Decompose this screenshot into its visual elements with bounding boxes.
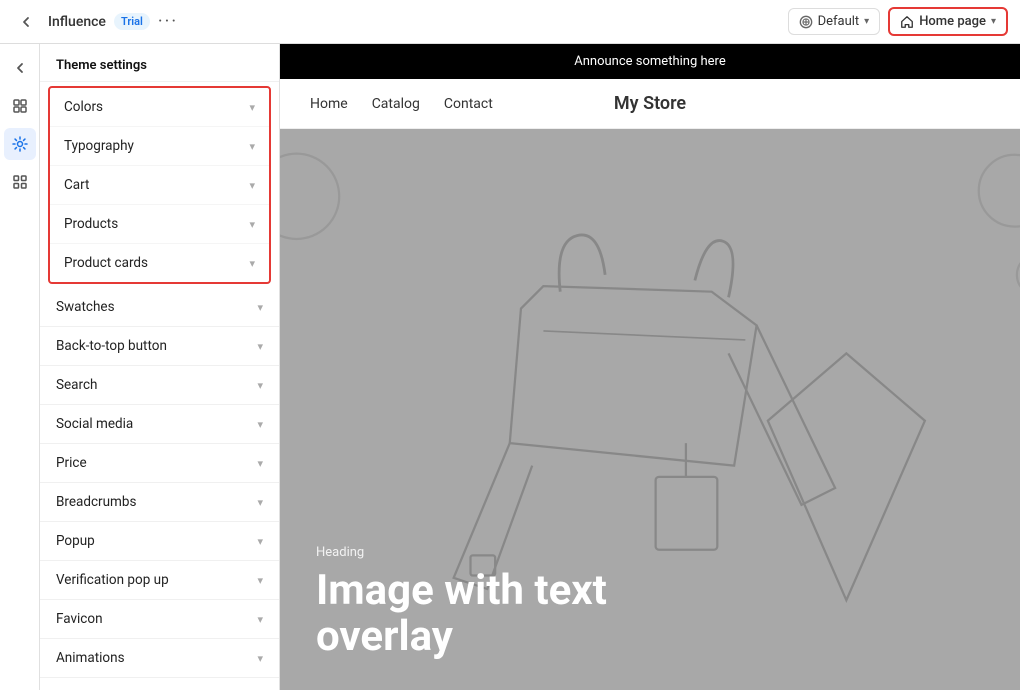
default-button[interactable]: Default ▾	[788, 8, 881, 35]
animations-chevron: ▾	[257, 652, 263, 665]
settings-item-colors[interactable]: Colors ▾	[50, 88, 269, 127]
home-page-button[interactable]: Home page ▾	[888, 7, 1008, 36]
sidebar-apps-icon[interactable]	[4, 166, 36, 198]
hero-text-overlay: Heading Image with textoverlay	[316, 545, 607, 660]
back-button[interactable]	[12, 8, 40, 36]
more-button[interactable]: ···	[158, 11, 178, 32]
settings-item-verification-popup[interactable]: Verification pop up ▾	[40, 561, 279, 600]
settings-item-social-media[interactable]: Social media ▾	[40, 405, 279, 444]
red-border-group: Colors ▾ Typography ▾ Cart ▾ Products ▾ …	[48, 86, 271, 284]
default-label: Default	[818, 14, 860, 29]
settings-item-swatches[interactable]: Swatches ▾	[40, 288, 279, 327]
home-page-label: Home page	[919, 14, 986, 29]
home-page-chevron: ▾	[991, 16, 996, 27]
top-bar-left: Influence Trial ···	[12, 8, 778, 36]
app-name: Influence	[48, 14, 106, 30]
trial-badge: Trial	[114, 13, 150, 30]
hero-heading-small: Heading	[316, 545, 607, 560]
back-to-top-chevron: ▾	[257, 340, 263, 353]
settings-item-breadcrumbs[interactable]: Breadcrumbs ▾	[40, 483, 279, 522]
announcement-bar: Announce something here	[280, 44, 1020, 79]
settings-item-checkout[interactable]: Checkout ▾	[40, 678, 279, 690]
nav-link-home[interactable]: Home	[310, 96, 348, 112]
settings-item-favicon[interactable]: Favicon ▾	[40, 600, 279, 639]
typography-chevron: ▾	[249, 140, 255, 153]
nav-link-catalog[interactable]: Catalog	[372, 96, 420, 112]
hero-area: Heading Image with textoverlay	[280, 129, 1020, 690]
settings-panel: Theme settings Colors ▾ Typography ▾ Car…	[40, 44, 280, 690]
default-chevron: ▾	[864, 16, 869, 27]
colors-chevron: ▾	[249, 101, 255, 114]
price-chevron: ▾	[257, 457, 263, 470]
settings-panel-inner: Colors ▾ Typography ▾ Cart ▾ Products ▾ …	[40, 82, 279, 690]
cart-chevron: ▾	[249, 179, 255, 192]
social-media-chevron: ▾	[257, 418, 263, 431]
top-bar: Influence Trial ··· Default ▾ Home page …	[0, 0, 1020, 44]
sidebar-sections-icon[interactable]	[4, 90, 36, 122]
breadcrumbs-chevron: ▾	[257, 496, 263, 509]
product-cards-chevron: ▾	[249, 257, 255, 270]
settings-item-back-to-top[interactable]: Back-to-top button ▾	[40, 327, 279, 366]
swatches-chevron: ▾	[257, 301, 263, 314]
sidebar-settings-icon[interactable]	[4, 128, 36, 160]
store-name: My Store	[537, 93, 764, 114]
settings-item-products[interactable]: Products ▾	[50, 205, 269, 244]
verification-popup-chevron: ▾	[257, 574, 263, 587]
panel-title: Theme settings	[40, 44, 279, 82]
top-bar-center: Default ▾ Home page ▾	[788, 7, 1008, 36]
search-chevron: ▾	[257, 379, 263, 392]
announce-text: Announce something here	[574, 54, 725, 69]
settings-item-animations[interactable]: Animations ▾	[40, 639, 279, 678]
settings-item-product-cards[interactable]: Product cards ▾	[50, 244, 269, 282]
favicon-chevron: ▾	[257, 613, 263, 626]
sidebar-back-icon[interactable]	[4, 52, 36, 84]
settings-item-search[interactable]: Search ▾	[40, 366, 279, 405]
settings-item-typography[interactable]: Typography ▾	[50, 127, 269, 166]
store-nav-links: Home Catalog Contact	[310, 96, 537, 112]
settings-item-price[interactable]: Price ▾	[40, 444, 279, 483]
products-chevron: ▾	[249, 218, 255, 231]
preview-area: Announce something here Home Catalog Con…	[280, 44, 1020, 690]
main-layout: Theme settings Colors ▾ Typography ▾ Car…	[0, 44, 1020, 690]
nav-link-contact[interactable]: Contact	[444, 96, 493, 112]
popup-chevron: ▾	[257, 535, 263, 548]
icon-sidebar	[0, 44, 40, 690]
store-top-nav: Home Catalog Contact My Store	[280, 79, 1020, 129]
settings-item-popup[interactable]: Popup ▾	[40, 522, 279, 561]
hero-heading-large: Image with textoverlay	[316, 568, 607, 660]
settings-item-cart[interactable]: Cart ▾	[50, 166, 269, 205]
